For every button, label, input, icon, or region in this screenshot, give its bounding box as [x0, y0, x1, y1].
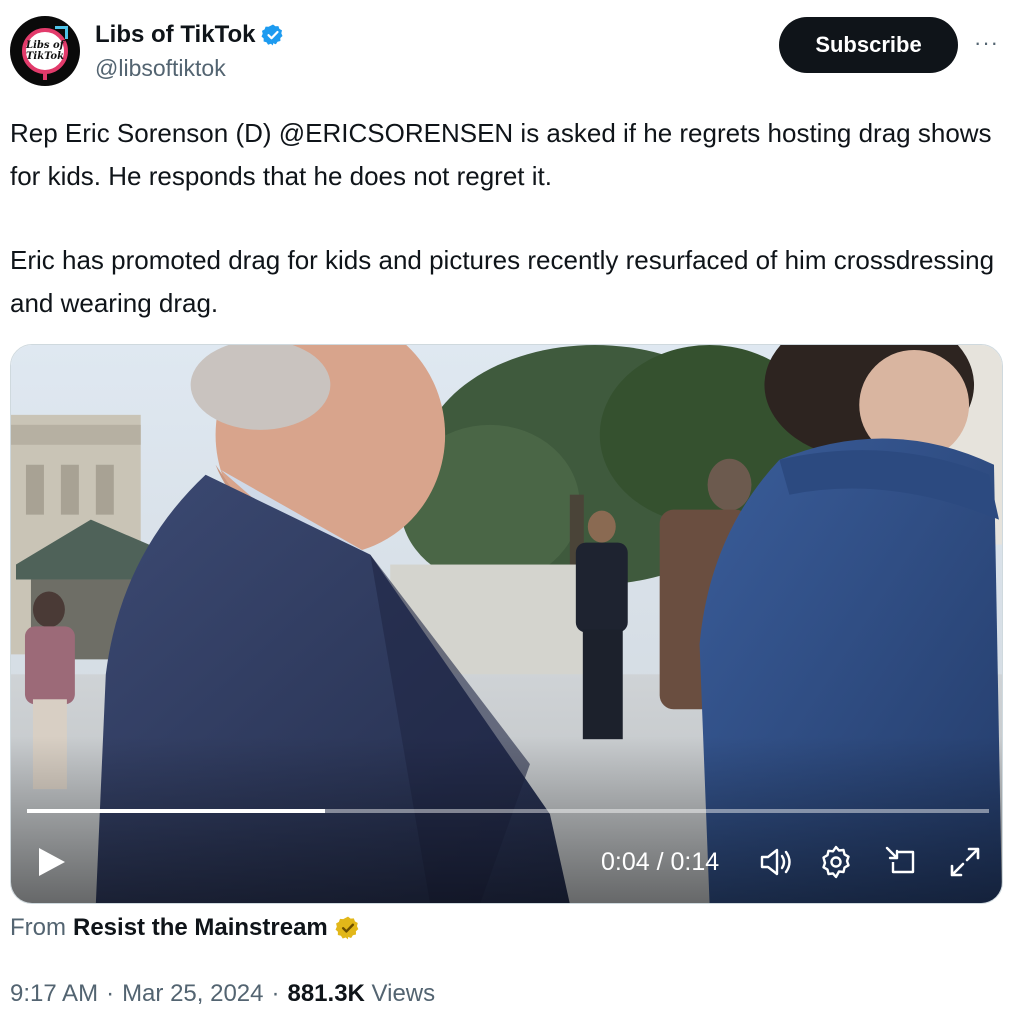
- tweet-time[interactable]: 9:17 AM: [10, 980, 98, 1008]
- views-count: 881.3K: [287, 980, 365, 1007]
- more-options-icon[interactable]: ···: [974, 30, 999, 56]
- tweet-paragraph-1: Rep Eric Sorenson (D) @ERICSORENSEN is a…: [10, 118, 992, 191]
- tweet-text: Rep Eric Sorenson (D) @ERICSORENSEN is a…: [10, 112, 1000, 325]
- author-handle[interactable]: @libsoftiktok: [95, 55, 226, 82]
- video-progress-bar[interactable]: [27, 809, 989, 813]
- avatar-cross-mark: [43, 71, 47, 80]
- tweet-date[interactable]: Mar 25, 2024: [122, 980, 263, 1008]
- meta-separator: ·: [271, 980, 280, 1007]
- fullscreen-icon[interactable]: [947, 844, 983, 880]
- author-avatar[interactable]: Libs of TikTok: [10, 16, 80, 86]
- gold-verified-badge-icon: [335, 916, 359, 940]
- author-name-row: Libs of TikTok: [95, 19, 285, 51]
- tweet-meta: 9:17 AM · Mar 25, 2024 · 881.3K Views: [10, 980, 435, 1008]
- source-prefix: From: [10, 914, 66, 941]
- avatar-arrow-mark: [55, 26, 68, 39]
- verified-badge-icon: [261, 24, 283, 46]
- source-name-link[interactable]: Resist the Mainstream: [73, 914, 328, 942]
- play-icon[interactable]: [33, 844, 69, 880]
- subscribe-button[interactable]: Subscribe: [779, 17, 958, 73]
- avatar-logo-text-1: Libs of: [26, 40, 64, 51]
- tweet-paragraph-2: Eric has promoted drag for kids and pict…: [10, 245, 995, 318]
- author-display-name[interactable]: Libs of TikTok: [95, 21, 255, 49]
- video-time: 0:04 / 0:14: [601, 848, 720, 876]
- video-source: From Resist the Mainstream: [10, 914, 361, 942]
- volume-icon[interactable]: [758, 844, 794, 880]
- video-progress-fill: [27, 809, 326, 813]
- meta-separator: ·: [106, 980, 115, 1007]
- picture-in-picture-icon[interactable]: [883, 844, 919, 880]
- views-label: Views: [371, 980, 436, 1007]
- video-controls: 0:04 / 0:14: [11, 818, 1002, 903]
- video-player[interactable]: 0:04 / 0:14: [10, 344, 1003, 904]
- avatar-logo-text-2: TikTok: [25, 51, 65, 62]
- settings-icon[interactable]: [818, 844, 854, 880]
